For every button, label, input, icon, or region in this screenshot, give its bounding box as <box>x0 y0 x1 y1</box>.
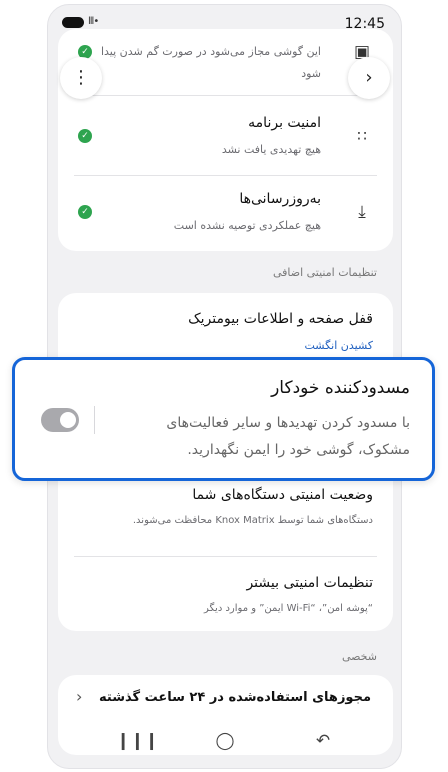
permissions-row[interactable]: مجوزهای استفاده‌شده در ۲۴ ساعت گذشته ‹ <box>58 675 393 721</box>
updates-title: به‌روزرسانی‌ها <box>239 191 321 207</box>
toggle-knob <box>60 412 76 428</box>
chevron-left-icon: ‹ <box>76 687 83 706</box>
divider <box>74 175 377 176</box>
auto-blocker-title: مسدودکننده خودکار <box>271 378 410 398</box>
biometric-link[interactable]: کشیدن انگشت <box>304 339 373 352</box>
more-security-row[interactable]: تنظیمات امنیتی بیشتر “پوشه امن”، “Wi-Fi … <box>58 561 393 625</box>
check-icon: ✓ <box>78 129 92 143</box>
back-icon[interactable]: ↶ <box>310 728 336 754</box>
auto-blocker-desc-line1: با مسدود کردن تهدیدها و سایر فعالیت‌های <box>166 415 410 431</box>
app-security-row[interactable]: ∷ امنیت برنامه هیچ تهدیدی یافت نشد ✓ <box>58 99 393 173</box>
section-additional-security: تنظیمات امنیتی اضافی <box>272 266 377 279</box>
more-security-sub: “پوشه امن”، “Wi-Fi ایمن” و موارد دیگر <box>204 603 373 614</box>
devices-sub: دستگاه‌های شما توسط Knox Matrix محافظت م… <box>132 515 373 526</box>
devices-row[interactable]: وضعیت امنیتی دستگاه‌های شما دستگاه‌های ش… <box>58 483 393 541</box>
auto-blocker-toggle[interactable] <box>41 408 79 432</box>
auto-blocker-description: با مسدود کردن تهدیدها و سایر فعالیت‌های … <box>150 410 410 464</box>
check-icon: ✓ <box>78 205 92 219</box>
updates-sub: هیچ عملکردی توصیه نشده است <box>173 219 321 232</box>
auto-blocker-card[interactable]: مسدودکننده خودکار با مسدود کردن تهدیدها … <box>12 357 435 481</box>
security-status-card: ▣ این گوشی مجاز می‌شود در صورت گم شدن پی… <box>58 29 393 251</box>
find-phone-sub-1: این گوشی مجاز می‌شود در صورت گم شدن پیدا <box>100 45 321 58</box>
permissions-title: مجوزهای استفاده‌شده در ۲۴ ساعت گذشته <box>99 690 371 705</box>
app-security-sub: هیچ تهدیدی یافت نشد <box>221 143 321 156</box>
divider <box>74 95 377 96</box>
recents-icon[interactable]: ❙❙❙ <box>116 728 159 754</box>
more-security-title: تنظیمات امنیتی بیشتر <box>246 575 373 591</box>
section-personal: شخصی <box>341 650 377 663</box>
devices-title: وضعیت امنیتی دستگاه‌های شما <box>192 487 373 503</box>
find-phone-sub-2: شود <box>301 67 321 80</box>
app-security-title: امنیت برنامه <box>248 115 321 131</box>
find-phone-row[interactable]: ▣ این گوشی مجاز می‌شود در صورت گم شدن پی… <box>58 35 393 91</box>
more-vertical-icon[interactable]: ⋮ <box>60 57 102 99</box>
signal-wifi-icon: lll• <box>88 16 99 27</box>
biometric-row[interactable]: قفل صفحه و اطلاعات بیومتریک کشیدن انگشت <box>58 293 393 357</box>
chevron-right-icon[interactable]: › <box>348 57 390 99</box>
bottom-navigation: ❙❙❙ ◯ ↶ <box>48 716 401 768</box>
home-icon[interactable]: ◯ <box>212 728 238 754</box>
camera-pill <box>62 17 84 28</box>
divider <box>74 556 377 557</box>
updates-row[interactable]: ⤓ به‌روزرسانی‌ها هیچ عملکردی توصیه نشده … <box>58 177 393 249</box>
biometric-title: قفل صفحه و اطلاعات بیومتریک <box>188 311 373 327</box>
download-box-icon: ⤓ <box>358 202 366 222</box>
apps-grid-icon: ∷ <box>357 127 367 145</box>
auto-blocker-desc-line2: مشکوک، گوشی خود را ایمن نگهدارید. <box>187 442 410 458</box>
toggle-separator <box>94 406 95 434</box>
